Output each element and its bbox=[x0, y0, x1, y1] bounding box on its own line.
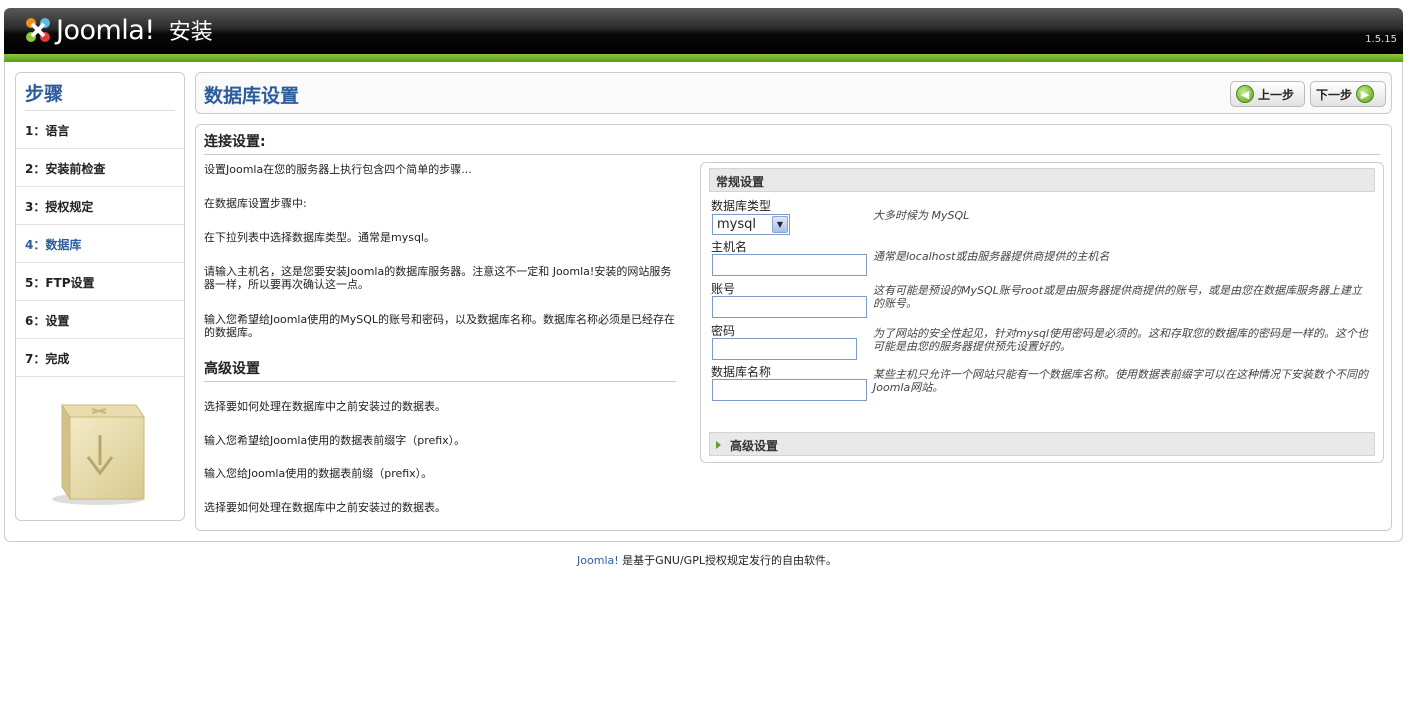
footer-text: 是基于GNU/GPL授权规定发行的自由软件。 bbox=[618, 554, 837, 567]
advanced-settings-toggle[interactable]: 高级设置 bbox=[709, 432, 1375, 456]
connection-paragraph: 在数据库设置步骤中: bbox=[204, 197, 307, 210]
header-accent-bar bbox=[4, 54, 1403, 62]
db-type-hint: 大多时候为 MySQL bbox=[873, 209, 970, 222]
password-hint: 为了网站的安全性起见，针对mysql使用密码是必须的。这和存取您的数据库的密码是… bbox=[873, 327, 1368, 353]
footer: Joomla! 是基于GNU/GPL授权规定发行的自由软件。 bbox=[0, 552, 1414, 568]
steps-title: 步骤 bbox=[25, 83, 64, 105]
db-type-label: 数据库类型 bbox=[711, 199, 772, 213]
chevron-down-icon: ▼ bbox=[772, 216, 788, 233]
connection-paragraph: 设置Joomla在您的服务器上执行包含四个简单的步骤... bbox=[204, 163, 472, 176]
step-license[interactable]: 3：授权规定 bbox=[16, 187, 184, 225]
page-title-bar: 数据库设置 ◀ 上一步 下一步 ▶ bbox=[195, 72, 1392, 114]
main-content: 数据库设置 ◀ 上一步 下一步 ▶ 连接设置: 设置Joomla在您的服务器上执… bbox=[195, 72, 1392, 531]
install-box-icon bbox=[52, 403, 145, 505]
advanced-settings-toggle-label: 高级设置 bbox=[730, 439, 779, 453]
db-type-value: mysql bbox=[717, 217, 756, 232]
version-label: 1.5.15 bbox=[1365, 34, 1397, 45]
host-input[interactable] bbox=[712, 254, 867, 276]
advanced-paragraph: 输入您希望给Joomla使用的数据表前缀字（prefix）。 bbox=[204, 434, 466, 447]
connection-paragraph: 输入您希望给Joomla使用的MySQL的账号和密码，以及数据库名称。数据库名称… bbox=[204, 313, 675, 339]
arrow-right-icon: ▶ bbox=[1356, 85, 1375, 103]
db-name-hint: 某些主机只允许一个网站只能有一个数据库名称。使用数据表前缀字可以在这种情况下安装… bbox=[873, 368, 1368, 394]
step-database[interactable]: 4：数据库 bbox=[16, 225, 184, 263]
advanced-settings-title: 高级设置 bbox=[204, 358, 676, 382]
general-settings-header: 常规设置 bbox=[709, 168, 1375, 192]
joomla-logo-icon bbox=[26, 18, 50, 42]
next-button[interactable]: 下一步 ▶ bbox=[1310, 81, 1386, 107]
password-label: 密码 bbox=[711, 324, 736, 338]
step-finish[interactable]: 7：完成 bbox=[16, 339, 184, 377]
joomla-logo: Joomla! 安装 bbox=[22, 14, 213, 46]
joomla-wordmark: Joomla! bbox=[56, 14, 155, 46]
step-configuration[interactable]: 6：设置 bbox=[16, 301, 184, 339]
username-hint: 这有可能是预设的MySQL账号root或是由服务器提供商提供的账号，或是由您在数… bbox=[873, 284, 1363, 310]
previous-button[interactable]: ◀ 上一步 bbox=[1230, 81, 1305, 107]
header-bar: Joomla! 安装 1.5.15 bbox=[4, 8, 1403, 54]
db-name-input[interactable] bbox=[712, 379, 867, 401]
arrow-left-icon: ◀ bbox=[1236, 85, 1254, 103]
host-label: 主机名 bbox=[711, 240, 748, 254]
host-hint: 通常是localhost或由服务器提供商提供的主机名 bbox=[873, 250, 1110, 263]
step-ftp[interactable]: 5：FTP设置 bbox=[16, 263, 184, 301]
database-settings-panel: 连接设置: 设置Joomla在您的服务器上执行包含四个简单的步骤... 在数据库… bbox=[195, 124, 1392, 531]
connection-paragraph: 在下拉列表中选择数据库类型。通常是mysql。 bbox=[204, 231, 435, 244]
connection-settings-title: 连接设置: bbox=[204, 131, 1380, 155]
next-button-label: 下一步 bbox=[1316, 87, 1353, 102]
previous-button-label: 上一步 bbox=[1258, 87, 1295, 102]
username-label: 账号 bbox=[711, 282, 736, 296]
db-name-label: 数据库名称 bbox=[711, 365, 772, 379]
steps-sidebar: 步骤 1：语言 2：安装前检查 3：授权规定 4：数据库 5：FTP设置 6：设… bbox=[15, 72, 185, 521]
advanced-paragraph: 选择要如何处理在数据库中之前安装过的数据表。 bbox=[204, 400, 446, 413]
username-input[interactable] bbox=[712, 296, 867, 318]
advanced-paragraph: 选择要如何处理在数据库中之前安装过的数据表。 bbox=[204, 501, 446, 514]
step-precheck[interactable]: 2：安装前检查 bbox=[16, 149, 184, 187]
triangle-right-icon bbox=[716, 441, 721, 449]
db-type-select[interactable]: mysql ▼ bbox=[712, 214, 790, 235]
joomla-link[interactable]: Joomla! bbox=[577, 554, 619, 567]
steps-list: 1：语言 2：安装前检查 3：授权规定 4：数据库 5：FTP设置 6：设置 7… bbox=[16, 111, 184, 377]
connection-paragraph: 请输入主机名，这是您要安装Joomla的数据库服务器。注意这不一定和 Jooml… bbox=[204, 265, 672, 291]
step-language[interactable]: 1：语言 bbox=[16, 111, 184, 149]
page-title: 数据库设置 bbox=[204, 85, 300, 107]
advanced-paragraph: 输入您给Joomla使用的数据表前缀（prefix）。 bbox=[204, 467, 433, 480]
install-label: 安装 bbox=[168, 20, 213, 45]
password-input[interactable] bbox=[712, 338, 857, 360]
settings-form: 常规设置 数据库类型 mysql ▼ 大多时候为 MySQL 主机名 通常是lo… bbox=[700, 162, 1384, 463]
